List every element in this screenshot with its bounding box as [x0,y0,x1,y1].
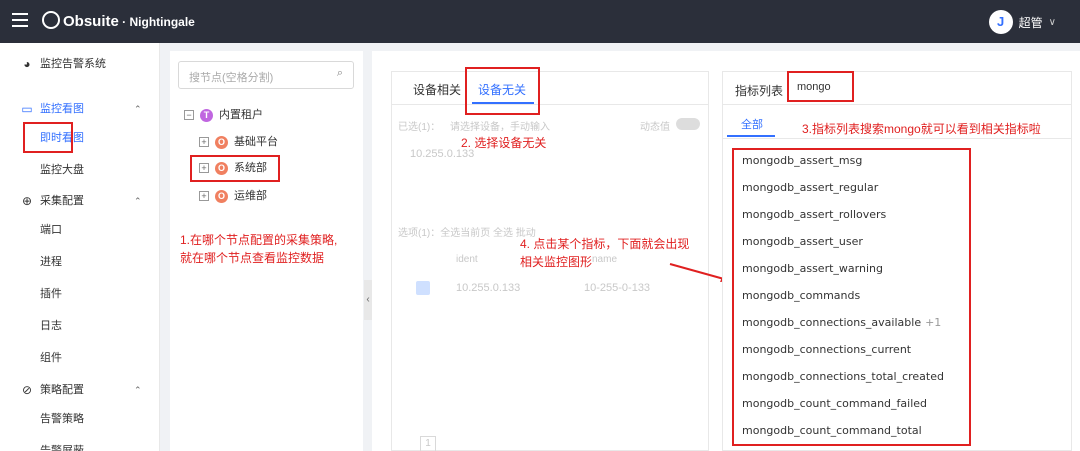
list-item[interactable]: mongodb_connections_current [742,343,911,356]
list-item[interactable]: mongodb_connections_available +1 [742,316,941,329]
metric-list-title: 指标列表 [735,84,784,98]
chevron-up-icon: ⌃ [134,385,142,395]
sidebar-group-policy[interactable]: ⊘ 策略配置 ⌃ [0,374,160,406]
list-item[interactable]: mongodb_assert_warning [742,262,883,275]
dynamic-switch[interactable] [676,118,700,130]
row-ident: 10.255.0.133 [456,282,521,294]
sidebar-item-monitor-system[interactable]: ◕ 监控告警系统 [0,48,160,80]
annotation-step1-line1: 1.在哪个节点配置的采集策略, [180,233,338,247]
column-ident: ident [456,254,478,265]
tree-search-input[interactable]: 搜节点(空格分割) ⌕ [178,61,354,89]
tree-node-root[interactable]: − T 内置租户 [184,105,263,125]
org-badge: O [215,189,228,203]
metric-search-input[interactable]: mongo [787,71,854,102]
sidebar-group-view[interactable]: ▭ 监控看图 ⌃ [0,93,160,125]
annotation-step4-line2: 相关监控图形 [520,255,593,269]
annotation-step2: 2. 选择设备无关 [461,136,547,150]
menu-icon[interactable] [12,13,28,27]
row-checkbox[interactable] [416,281,430,295]
tree-node-base-platform[interactable]: + O 基础平台 [199,132,278,152]
options-label: 选项(1)：全选当前页 全选 批动 [398,228,536,239]
divider [392,104,708,105]
tab-all[interactable]: 全部 [741,116,763,132]
sidebar: ◕ 监控告警系统 ▭ 监控看图 ⌃ 即时看图 监控大盘 ⊕ 采集配置 ⌃ 端口 … [0,43,160,451]
chevron-up-icon: ⌃ [134,104,142,114]
dynamic-switch-label: 动态值 [640,122,670,133]
sidebar-item-process[interactable]: 进程 [40,248,62,276]
list-item[interactable]: mongodb_connections_total_created [742,370,944,383]
tenant-badge: T [200,108,213,122]
user-name: 超管 [1018,15,1043,30]
list-item[interactable]: mongodb_assert_rollovers [742,208,886,221]
selected-label: 已选(1)： [398,122,441,133]
top-bar: Obsuite · Nightingale J 超管 ∨ [0,0,1080,43]
expand-icon[interactable]: + [199,191,209,201]
column-name: name [592,254,618,265]
compass-icon: ⊘ [21,383,33,397]
annotation-step4-line1: 4. 点击某个指标，下面就会出现 [520,237,690,251]
sidebar-item-dashboard[interactable]: 监控大盘 [40,156,84,184]
sidebar-item-port[interactable]: 端口 [40,216,62,244]
annotation-step1-line2: 就在哪个节点查看监控数据 [180,251,325,265]
selected-note: 请选择设备，手动输入 [450,122,550,133]
chevron-up-icon: ⌃ [134,196,142,206]
sidebar-item-alert-policy[interactable]: 告警策略 [40,405,84,433]
chart-monitor-icon: ▭ [21,102,33,116]
highlight-box [190,155,280,182]
list-item[interactable]: mongodb_assert_msg [742,154,862,167]
chevron-down-icon: ∨ [1048,16,1056,28]
list-item[interactable]: mongodb_count_command_failed [742,397,927,410]
globe-icon: ⊕ [21,194,33,208]
divider [723,104,1071,105]
list-item[interactable]: mongodb_assert_user [742,235,863,248]
list-item[interactable]: mongodb_commands [742,289,860,302]
sidebar-item-alert-mute[interactable]: 告警屏蔽 [40,437,84,451]
list-item[interactable]: mongodb_count_command_total [742,424,922,437]
expand-icon[interactable]: + [199,137,209,147]
node-tree-panel: 搜节点(空格分割) ⌕ − T 内置租户 + O 基础平台 + O 系统部 + … [170,51,363,451]
row-name: 10-255-0-133 [584,282,651,294]
pie-chart-icon: ◕ [23,57,31,71]
highlight-box [465,67,540,115]
tab-device-related[interactable]: 设备相关 [413,81,461,98]
metric-list: mongodb_assert_msg mongodb_assert_regula… [732,148,971,446]
sidebar-item-component[interactable]: 组件 [40,344,62,372]
org-badge: O [215,135,228,149]
search-icon[interactable]: ⌕ [337,67,343,80]
avatar: J [988,10,1013,34]
annotation-step3: 3.指标列表搜索mongo就可以看到相关指标啦 [802,122,1041,136]
logo-mark-icon [42,11,60,29]
sidebar-item-plugin[interactable]: 插件 [40,280,62,308]
divider [723,138,1071,139]
collapse-panel-icon[interactable]: ‹ [364,280,372,320]
tree-node-ops-dept[interactable]: + O 运维部 [199,186,267,206]
pagination-page[interactable]: 1 [420,436,436,451]
user-menu[interactable]: J 超管 ∨ [988,10,1056,34]
sidebar-item-log[interactable]: 日志 [40,312,62,340]
sidebar-group-collect[interactable]: ⊕ 采集配置 ⌃ [0,185,160,217]
app-logo[interactable]: Obsuite · Nightingale [42,11,195,30]
tab-underline [727,135,775,137]
list-item[interactable]: mongodb_assert_regular [742,181,878,194]
highlight-box [23,122,73,153]
extra-count-badge: +1 [925,316,942,329]
collapse-icon[interactable]: − [184,110,194,120]
